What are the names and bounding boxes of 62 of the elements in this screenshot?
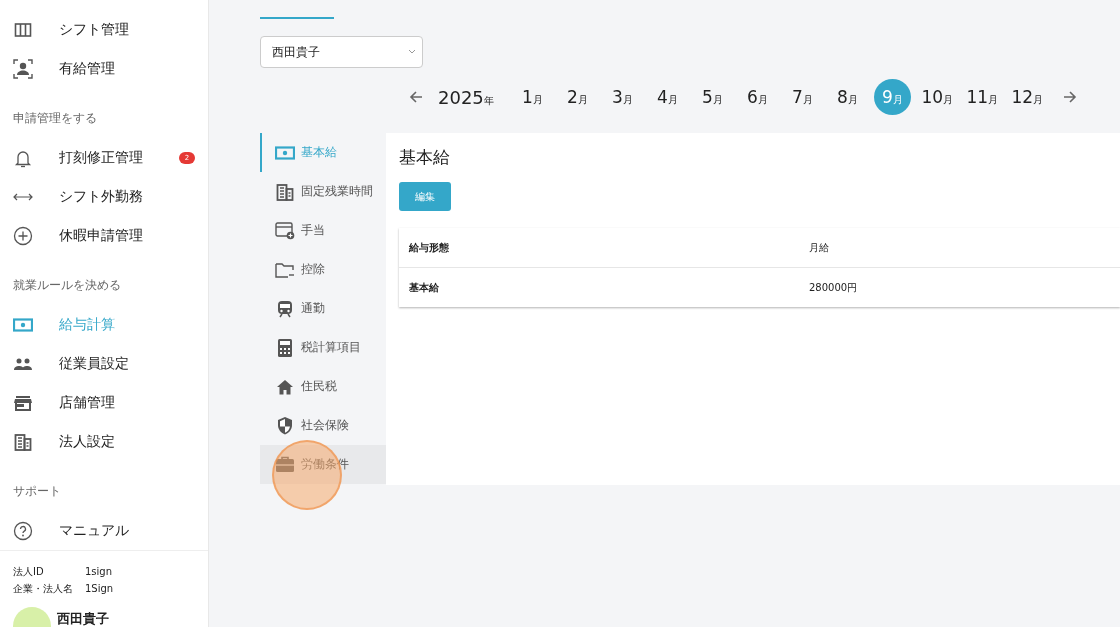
month-button[interactable]: 3月: [603, 79, 641, 115]
month-button[interactable]: 8月: [828, 79, 866, 115]
plus-circle-icon: [13, 225, 33, 246]
subnav-item[interactable]: 控除: [260, 250, 386, 289]
month-button[interactable]: 5月: [693, 79, 731, 115]
month-button[interactable]: 4月: [648, 79, 686, 115]
sidebar-item[interactable]: シフト管理: [0, 10, 208, 49]
card-plus-icon: [275, 221, 295, 240]
arrow-left-icon[interactable]: [408, 89, 424, 105]
columns-icon: [13, 20, 33, 39]
section-heading: サポート: [13, 483, 62, 500]
panel-title: 基本給: [399, 146, 451, 169]
building-icon: [275, 182, 295, 201]
sidebar-item[interactable]: マニュアル: [0, 511, 208, 550]
folder-minus-icon: [275, 261, 295, 278]
table-cell-text: 基本給: [408, 280, 440, 295]
shield-icon: [275, 416, 295, 435]
banknote-icon: [275, 145, 295, 160]
table-cell-text: 給与形態: [407, 240, 450, 255]
subnav-item[interactable]: 手当: [260, 211, 386, 250]
month-button[interactable]: 2月: [558, 79, 596, 115]
briefcase-icon: [275, 456, 295, 473]
double-arrow-icon: [13, 191, 33, 202]
sidebar-item[interactable]: 店舗管理: [0, 383, 208, 422]
month-button[interactable]: 10月: [918, 79, 956, 115]
subnav-item[interactable]: 住民税: [260, 367, 386, 406]
user-name: 西田貴子: [57, 610, 109, 627]
subnav-item[interactable]: 固定残業時間: [260, 172, 386, 211]
chevron-down-icon: [408, 49, 416, 55]
home-icon: [275, 378, 295, 395]
sidebar-item[interactable]: 休暇申請管理: [0, 216, 208, 255]
table-cell: 280000円: [809, 280, 858, 295]
sidebar-item[interactable]: 従業員設定: [0, 344, 208, 383]
train-icon: [275, 299, 295, 318]
info-label: 企業・法人名: [13, 582, 74, 596]
person-icon: [13, 58, 33, 79]
people-icon: [13, 356, 33, 371]
info-value: 1sign: [85, 565, 113, 579]
arrow-right-icon[interactable]: [1061, 89, 1078, 105]
year-label: 2025年: [438, 86, 494, 108]
month-button[interactable]: 12月: [1008, 79, 1046, 115]
banknote-icon: [13, 317, 33, 332]
subnav-item[interactable]: 社会保険: [260, 406, 386, 445]
section-heading: 申請管理をする: [13, 110, 98, 127]
calculator-icon: [275, 337, 295, 358]
employee-select[interactable]: 西田貴子: [260, 36, 423, 68]
month-button[interactable]: 1月: [513, 79, 551, 115]
help-icon: [13, 520, 33, 541]
subnav-item[interactable]: 税計算項目: [260, 328, 386, 367]
subnav-item[interactable]: 通勤: [260, 289, 386, 328]
table-cell: 月給: [809, 240, 829, 255]
store-icon: [13, 394, 33, 411]
sidebar-item[interactable]: シフト外勤務: [0, 177, 208, 216]
building-icon: [13, 432, 33, 451]
info-value: 1Sign: [85, 582, 114, 596]
section-heading: 就業ルールを決める: [13, 277, 122, 294]
info-label: 法人ID: [13, 565, 45, 579]
month-button[interactable]: 7月: [783, 79, 821, 115]
month-button[interactable]: 6月: [738, 79, 776, 115]
sidebar-item[interactable]: 有給管理: [0, 49, 208, 88]
sidebar-item[interactable]: 法人設定: [0, 422, 208, 461]
month-button[interactable]: 11月: [963, 79, 1001, 115]
